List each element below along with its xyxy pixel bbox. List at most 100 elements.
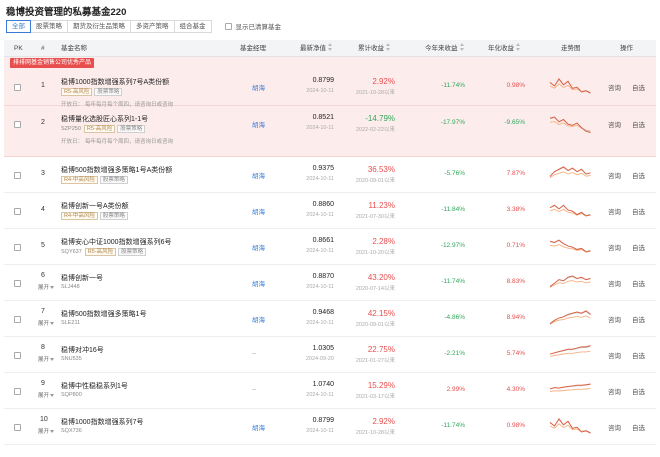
trend-sparkline[interactable] — [549, 376, 594, 405]
table-row[interactable]: 8 展开 稳博对冲16号 SNU535 -- 1.0305 2024-09-20 22.75%… — [4, 337, 656, 373]
consult-button[interactable]: 咨询 — [608, 386, 621, 396]
consult-button[interactable]: 咨询 — [608, 422, 621, 432]
trend-sparkline[interactable] — [549, 196, 594, 225]
fund-name-link[interactable]: 稳博创新一号 — [61, 273, 103, 283]
pk-compare-checkbox[interactable] — [14, 121, 21, 128]
ytd-return: -11.74% — [441, 422, 465, 429]
cumulative-since-date: 2021-10-28以来 — [355, 430, 395, 436]
expand-toggle[interactable]: 展开 — [38, 391, 54, 399]
sort-icon[interactable] — [459, 43, 465, 52]
fund-name-link[interactable]: 稳博中性稳稳系列1号 — [61, 381, 128, 391]
table-row[interactable]: 1 稳博1000指数增强系列7号A类份额 R5-高风险 股票策略 开放日： 每年每月每个周… — [4, 69, 656, 108]
fund-name-link[interactable]: 稳博创新一号A类份额 — [61, 201, 129, 211]
trend-sparkline[interactable] — [549, 109, 594, 138]
fund-manager-link[interactable]: 胡海 — [252, 206, 265, 216]
header-ytd[interactable]: 今年来收益 — [425, 40, 465, 57]
fund-name-link[interactable]: 稳博1000指数增强系列7号 — [61, 417, 143, 427]
show-cleared-toggle[interactable]: 显示已清算基金 — [224, 21, 282, 31]
header-nav[interactable]: 最新净值 — [300, 40, 333, 57]
add-watchlist-button[interactable]: 自选 — [632, 350, 645, 360]
show-cleared-label: 显示已清算基金 — [235, 24, 282, 31]
add-watchlist-button[interactable]: 自选 — [632, 206, 645, 216]
trend-sparkline[interactable] — [549, 340, 594, 369]
table-row[interactable]: 6 展开 稳博创新一号 SLJ448 胡海 0.8870 2024-10-11 43.20% 2… — [4, 265, 656, 301]
sort-icon[interactable] — [328, 43, 333, 52]
pk-compare-checkbox[interactable] — [14, 316, 21, 323]
fund-manager-link[interactable]: 胡海 — [252, 170, 265, 180]
fund-manager-link[interactable]: 胡海 — [252, 422, 265, 432]
pk-compare-checkbox[interactable] — [14, 280, 21, 287]
header-cumulative[interactable]: 累计收益 — [358, 40, 391, 57]
fund-name-link[interactable]: 稳博1000指数增强系列7号A类份额 — [61, 77, 169, 87]
trend-sparkline[interactable] — [549, 232, 594, 261]
pk-compare-checkbox[interactable] — [14, 172, 21, 179]
add-watchlist-button[interactable]: 自选 — [632, 386, 645, 396]
table-row[interactable]: 7 展开 稳博500指数增强多策略1号 SLE211 胡海 0.9468 2024-10-1… — [4, 301, 656, 337]
trend-sparkline[interactable] — [549, 72, 594, 101]
add-watchlist-button[interactable]: 自选 — [632, 314, 645, 324]
consult-button[interactable]: 咨询 — [608, 242, 621, 252]
table-row[interactable]: 4 稳博创新一号A类份额 R4-中高风险 股票策略 胡海 0.8860 2024-10-11… — [4, 193, 656, 229]
table-row[interactable]: 3 稳博500指数增强多策略1号A类份额 R4-中高风险 股票策略 胡海 0.9375 20… — [4, 157, 656, 193]
expand-toggle[interactable]: 展开 — [38, 283, 54, 291]
fund-manager-link[interactable]: 胡海 — [252, 82, 265, 92]
filter-tab-all[interactable]: 全部 — [6, 19, 31, 33]
header-trend: 走势图 — [561, 45, 581, 52]
fund-manager-link[interactable]: 胡海 — [252, 119, 265, 129]
header-annualized[interactable]: 年化收益 — [488, 40, 521, 57]
filter-tab-fof[interactable]: 组合基金 — [173, 19, 212, 33]
pk-compare-checkbox[interactable] — [14, 388, 21, 395]
pk-compare-checkbox[interactable] — [14, 84, 21, 91]
add-watchlist-button[interactable]: 自选 — [632, 422, 645, 432]
cumulative-return: 2.28% — [372, 237, 395, 246]
cumulative-return: -14.79% — [365, 114, 395, 123]
consult-button[interactable]: 咨询 — [608, 350, 621, 360]
sort-icon[interactable] — [516, 43, 521, 52]
consult-button[interactable]: 咨询 — [608, 82, 621, 92]
show-cleared-checkbox[interactable] — [224, 22, 232, 30]
filter-tab-multi-asset[interactable]: 多资产策略 — [130, 19, 175, 33]
fund-name-link[interactable]: 稳博500指数增强多策略1号 — [61, 309, 147, 319]
fund-name-link[interactable]: 稳博安心中证1000指数增强系列6号 — [61, 237, 171, 247]
filter-tab-stock[interactable]: 股票策略 — [30, 19, 68, 33]
consult-button[interactable]: 咨询 — [608, 314, 621, 324]
pk-compare-checkbox[interactable] — [14, 352, 21, 359]
sparkline-series — [549, 418, 591, 433]
trend-sparkline[interactable] — [549, 160, 594, 189]
table-row[interactable]: 10 展开 稳博1000指数增强系列7号 SQX736 胡海 0.8799 2024-10-… — [4, 409, 656, 445]
fund-name-link[interactable]: 稳博500指数增强多策略1号A类份额 — [61, 165, 172, 175]
expand-toggle[interactable]: 展开 — [38, 355, 54, 363]
add-watchlist-button[interactable]: 自选 — [632, 170, 645, 180]
add-watchlist-button[interactable]: 自选 — [632, 82, 645, 92]
consult-button[interactable]: 咨询 — [608, 170, 621, 180]
pk-compare-checkbox[interactable] — [14, 208, 21, 215]
consult-button[interactable]: 咨询 — [608, 206, 621, 216]
filter-tab-futures[interactable]: 期货及衍生品策略 — [67, 19, 131, 33]
expand-toggle[interactable]: 展开 — [38, 427, 54, 435]
annualized-return: 5.74% — [506, 350, 525, 357]
header-actions: 操作 — [620, 45, 633, 52]
pk-compare-checkbox[interactable] — [14, 424, 21, 431]
fund-code: SNU535 — [61, 356, 82, 362]
sort-icon[interactable] — [386, 43, 391, 52]
expand-toggle[interactable]: 展开 — [38, 319, 54, 327]
trend-sparkline[interactable] — [549, 304, 594, 333]
consult-button[interactable]: 咨询 — [608, 119, 621, 129]
table-row[interactable]: 2 稳博量化选股匠心系列1-1号 SZP250 R5-高风险 股票策略 开放日： 每年每月每… — [4, 106, 656, 157]
fund-name-link[interactable]: 稳博量化选股匠心系列1-1号 — [61, 114, 148, 124]
add-watchlist-button[interactable]: 自选 — [632, 242, 645, 252]
latest-nav: 0.8870 — [312, 273, 334, 280]
table-row[interactable]: 9 展开 稳博中性稳稳系列1号 SQP800 -- 1.0740 2024-10-11 15.… — [4, 373, 656, 409]
fund-manager-link[interactable]: 胡海 — [252, 242, 265, 252]
consult-button[interactable]: 咨询 — [608, 278, 621, 288]
add-watchlist-button[interactable]: 自选 — [632, 278, 645, 288]
trend-sparkline[interactable] — [549, 268, 594, 297]
table-row[interactable]: 5 稳博安心中证1000指数增强系列6号 SQY637 R5-高风险 股票策略 胡海 0.8… — [4, 229, 656, 265]
pk-compare-checkbox[interactable] — [14, 244, 21, 251]
fund-code: SLJ448 — [61, 284, 80, 290]
add-watchlist-button[interactable]: 自选 — [632, 119, 645, 129]
fund-manager-link[interactable]: 胡海 — [252, 278, 265, 288]
fund-manager-link[interactable]: 胡海 — [252, 314, 265, 324]
trend-sparkline[interactable] — [549, 412, 594, 441]
fund-name-link[interactable]: 稳博对冲16号 — [61, 345, 104, 355]
